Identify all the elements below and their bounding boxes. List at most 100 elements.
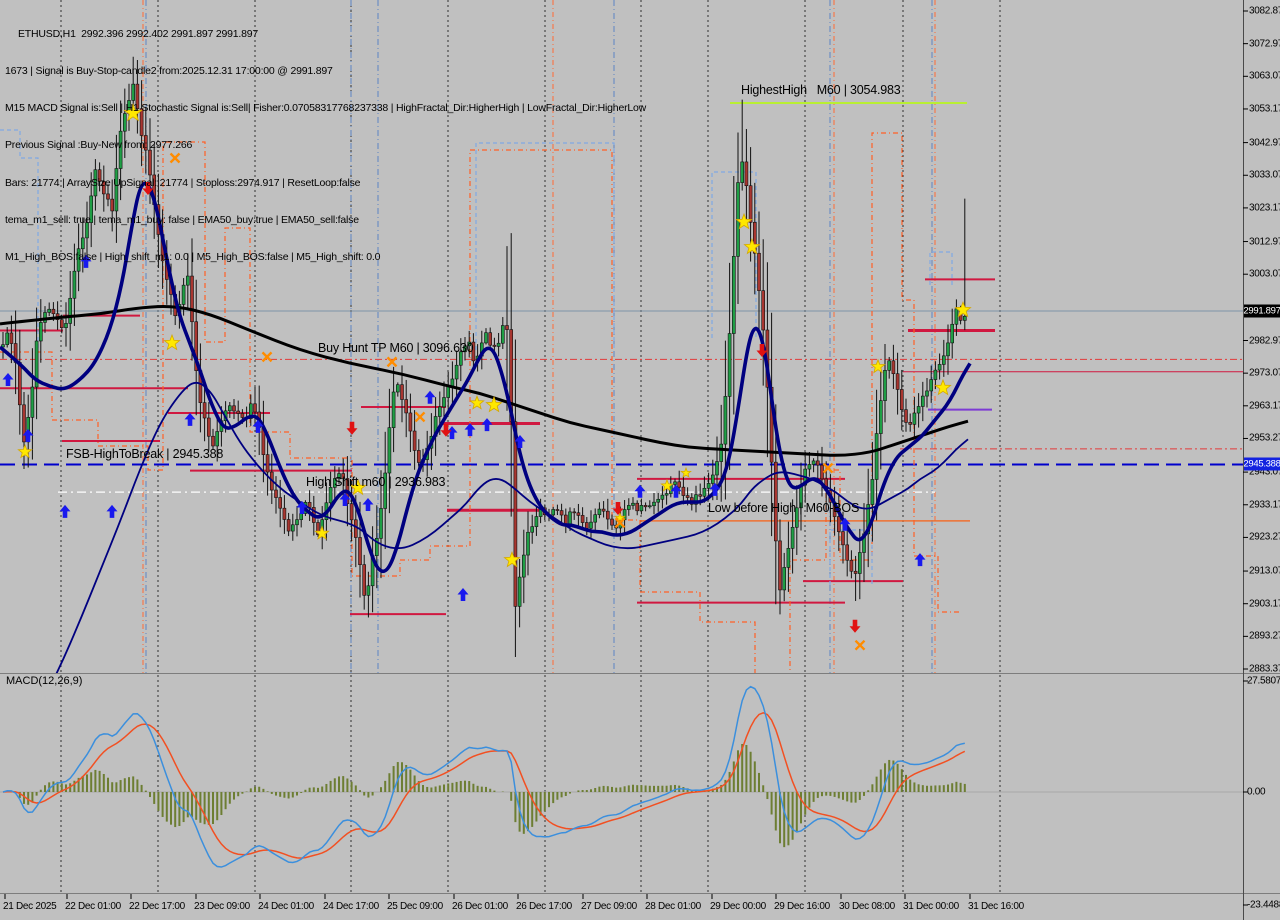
macd-axis-label: -23.4488 (1247, 899, 1280, 911)
macd-histogram-bar (863, 792, 865, 796)
macd-histogram-bar (90, 772, 93, 792)
macd-histogram-bar (216, 792, 219, 821)
macd-histogram-bar (384, 780, 387, 792)
macd-histogram-bar (422, 785, 424, 792)
macd-histogram-bar (905, 774, 907, 792)
macd-histogram-bar (745, 744, 748, 792)
macd-histogram-bar (585, 790, 588, 792)
macd-histogram-bar (615, 787, 618, 792)
macd-histogram-bar (312, 787, 315, 792)
macd-histogram-bar (821, 792, 823, 797)
sell-arrow-icon (849, 619, 861, 633)
macd-histogram-bar (963, 783, 966, 792)
macd-histogram-bar (611, 786, 613, 792)
macd-histogram-bar (31, 792, 34, 802)
macd-histogram-bar (254, 786, 256, 792)
macd-histogram-bar (413, 775, 416, 792)
macd-histogram-bar (363, 792, 366, 796)
macd-histogram-bar (510, 792, 513, 801)
macd-signal-line (2, 711, 966, 859)
price-axis-label: 3042.970 (1249, 137, 1280, 149)
macd-histogram-bar (846, 792, 849, 802)
macd-histogram-bar (161, 792, 164, 817)
macd-histogram-bar (132, 776, 135, 792)
macd-histogram-bar (850, 792, 853, 803)
macd-histogram-bar (191, 792, 193, 818)
time-axis-label: 23 Dec 09:00 (194, 901, 250, 912)
macd-histogram-bar (791, 792, 794, 840)
time-axis-label: 27 Dec 09:00 (581, 901, 637, 912)
star-signal-icon (870, 358, 886, 374)
macd-histogram-bar (644, 785, 647, 792)
price-axis-label: 2963.170 (1249, 400, 1280, 412)
price-axis-label: 2913.070 (1249, 565, 1280, 577)
star-signal-icon (17, 443, 33, 459)
macd-histogram-bar (636, 785, 639, 792)
macd-histogram-bar (590, 789, 592, 792)
star-signal-icon (503, 550, 521, 568)
macd-histogram-bar (102, 773, 105, 792)
macd-histogram-bar (136, 779, 139, 792)
macd-histogram-bar (653, 785, 655, 792)
macd-histogram-bar (795, 792, 798, 833)
macd-histogram-bar (258, 786, 261, 792)
buy-arrow-icon (362, 497, 374, 511)
macd-histogram-bar (81, 775, 84, 792)
macd-histogram-bar (115, 782, 118, 792)
macd-histogram-bar (632, 784, 634, 792)
macd-histogram-bar (913, 782, 916, 792)
macd-main-line (2, 685, 965, 868)
macd-histogram-bar (606, 786, 609, 792)
macd-histogram-bar (342, 776, 345, 792)
annotation-label-0: HighestHigh M60 | 3054.983 (741, 83, 901, 97)
macd-histogram-bar (833, 792, 836, 797)
macd-histogram-bar (266, 791, 269, 792)
macd-histogram-bar (426, 786, 429, 792)
macd-histogram-bar (207, 792, 210, 825)
macd-histogram-bar (144, 790, 147, 792)
macd-histogram-bar (140, 784, 143, 792)
macd-histogram-bar (934, 785, 937, 792)
buy-arrow-icon (914, 553, 926, 567)
star-signal-icon (934, 378, 952, 396)
macd-histogram-bar (165, 792, 168, 822)
macd-histogram-bar (556, 792, 559, 800)
macd-histogram-bar (451, 782, 454, 792)
time-axis-label: 21 Dec 2025 (3, 901, 57, 912)
macd-histogram-bar (371, 792, 374, 796)
macd-histogram-bar (724, 779, 727, 792)
macd-histogram-bar (753, 761, 756, 792)
macd-histogram-bar (241, 792, 244, 794)
orange-cross-icon (854, 639, 866, 651)
macd-histogram-bar (480, 786, 483, 792)
macd-histogram-bar (648, 785, 651, 792)
buy-arrow-icon (634, 484, 646, 498)
macd-histogram-bar (665, 785, 668, 792)
macd-histogram-bar (762, 785, 765, 792)
macd-histogram-bar (119, 780, 122, 792)
current-price-tag: 2991.897 (1243, 304, 1280, 318)
macd-histogram-bar (401, 762, 403, 792)
macd-histogram-bar (464, 780, 466, 792)
macd-histogram-bar (766, 792, 769, 800)
star-signal-icon (469, 394, 485, 410)
macd-histogram-bar (459, 780, 462, 792)
macd-histogram-bar (879, 769, 882, 792)
tema-ema-line: tema_m1_sell: true | tema_m1_buy: false … (5, 213, 359, 226)
price-axis-label: 3003.070 (1249, 268, 1280, 280)
macd-histogram-bar (262, 788, 265, 792)
price-axis-label: 3053.170 (1249, 103, 1280, 115)
macd-histogram-bar (73, 780, 76, 792)
macd-histogram-bar (552, 792, 555, 804)
macd-panel[interactable] (0, 685, 1243, 868)
macd-histogram-bar (930, 785, 933, 792)
time-axis-label: 31 Dec 16:00 (968, 901, 1024, 912)
macd-histogram-bar (279, 792, 282, 797)
macd-histogram-bar (640, 785, 643, 792)
macd-histogram-bar (657, 785, 660, 792)
macd-histogram-bar (321, 786, 324, 792)
price-axis-label: 2893.270 (1249, 630, 1280, 642)
macd-histogram-bar (581, 790, 584, 792)
macd-histogram-bar (489, 788, 492, 792)
star-signal-icon (163, 333, 181, 351)
